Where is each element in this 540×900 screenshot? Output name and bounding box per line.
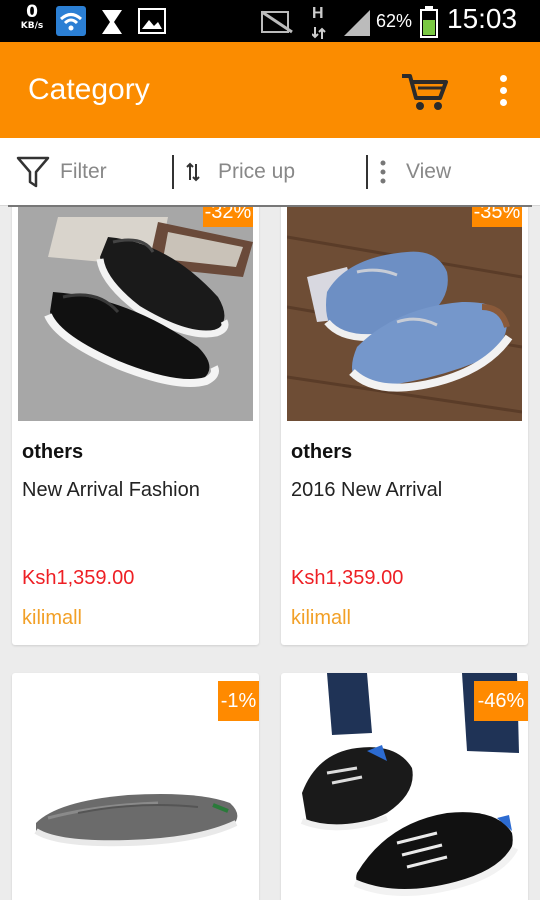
network-type-label: H xyxy=(312,5,324,22)
product-image xyxy=(18,207,253,421)
sort-price-button[interactable]: Price up xyxy=(172,138,295,206)
view-label: View xyxy=(406,160,452,183)
app-bar: Category xyxy=(0,42,540,138)
cart-icon xyxy=(400,74,450,116)
store-name: kilimall xyxy=(291,607,351,629)
page-title: Category xyxy=(28,73,150,106)
product-price: Ksh1,359.00 xyxy=(291,567,404,589)
image-icon xyxy=(138,8,166,38)
more-options-button[interactable] xyxy=(490,72,516,112)
sort-icon xyxy=(186,162,200,182)
more-vert-icon xyxy=(499,99,507,106)
product-grid: -32% others New Arrival Fashion Ksh1,359… xyxy=(0,207,540,900)
discount-badge: -1% xyxy=(218,681,259,721)
data-arrows-icon xyxy=(311,24,326,43)
battery-percent: 62% xyxy=(376,11,413,31)
battery-icon xyxy=(420,6,438,42)
store-name: kilimall xyxy=(22,607,82,629)
cart-button[interactable] xyxy=(400,70,450,112)
divider xyxy=(366,155,368,189)
hourglass-icon xyxy=(100,8,124,40)
product-price: Ksh1,359.00 xyxy=(22,567,135,589)
discount-badge: -32% xyxy=(203,207,253,227)
network-speed-indicator: 0 KB/s xyxy=(14,4,50,31)
network-speed-value: 0 xyxy=(26,2,38,22)
view-options-icon xyxy=(380,160,386,184)
signal-icon xyxy=(342,8,372,40)
clock: 15:03 xyxy=(447,3,518,34)
product-brand: others xyxy=(22,441,84,463)
discount-badge: -35% xyxy=(472,207,522,227)
filter-button[interactable]: Filter xyxy=(16,138,107,206)
product-image xyxy=(287,207,522,421)
filter-icon xyxy=(16,155,50,189)
network-speed-unit: KB/s xyxy=(20,21,44,31)
product-card[interactable]: -35% others 2016 New Arrival Ksh1,359.00… xyxy=(281,207,528,645)
wifi-notification-icon xyxy=(56,6,86,40)
product-card[interactable]: -46% xyxy=(281,673,528,900)
divider xyxy=(172,155,174,189)
product-card[interactable]: -32% others New Arrival Fashion Ksh1,359… xyxy=(12,207,259,645)
discount-badge: -46% xyxy=(474,681,528,721)
filter-bar: Filter Price up View xyxy=(0,138,540,206)
more-vert-icon xyxy=(499,75,507,82)
product-name: New Arrival Fashion xyxy=(22,479,200,501)
sort-price-label: Price up xyxy=(218,160,296,183)
product-card[interactable]: -1% xyxy=(12,673,259,900)
status-bar: 0 KB/s H 62% 15:03 xyxy=(0,0,540,42)
filter-label: Filter xyxy=(60,160,107,183)
view-toggle-button[interactable]: View xyxy=(366,138,451,206)
product-name: 2016 New Arrival xyxy=(291,479,443,501)
mute-icon xyxy=(260,10,296,38)
more-vert-icon xyxy=(499,87,507,94)
product-brand: others xyxy=(291,441,353,463)
